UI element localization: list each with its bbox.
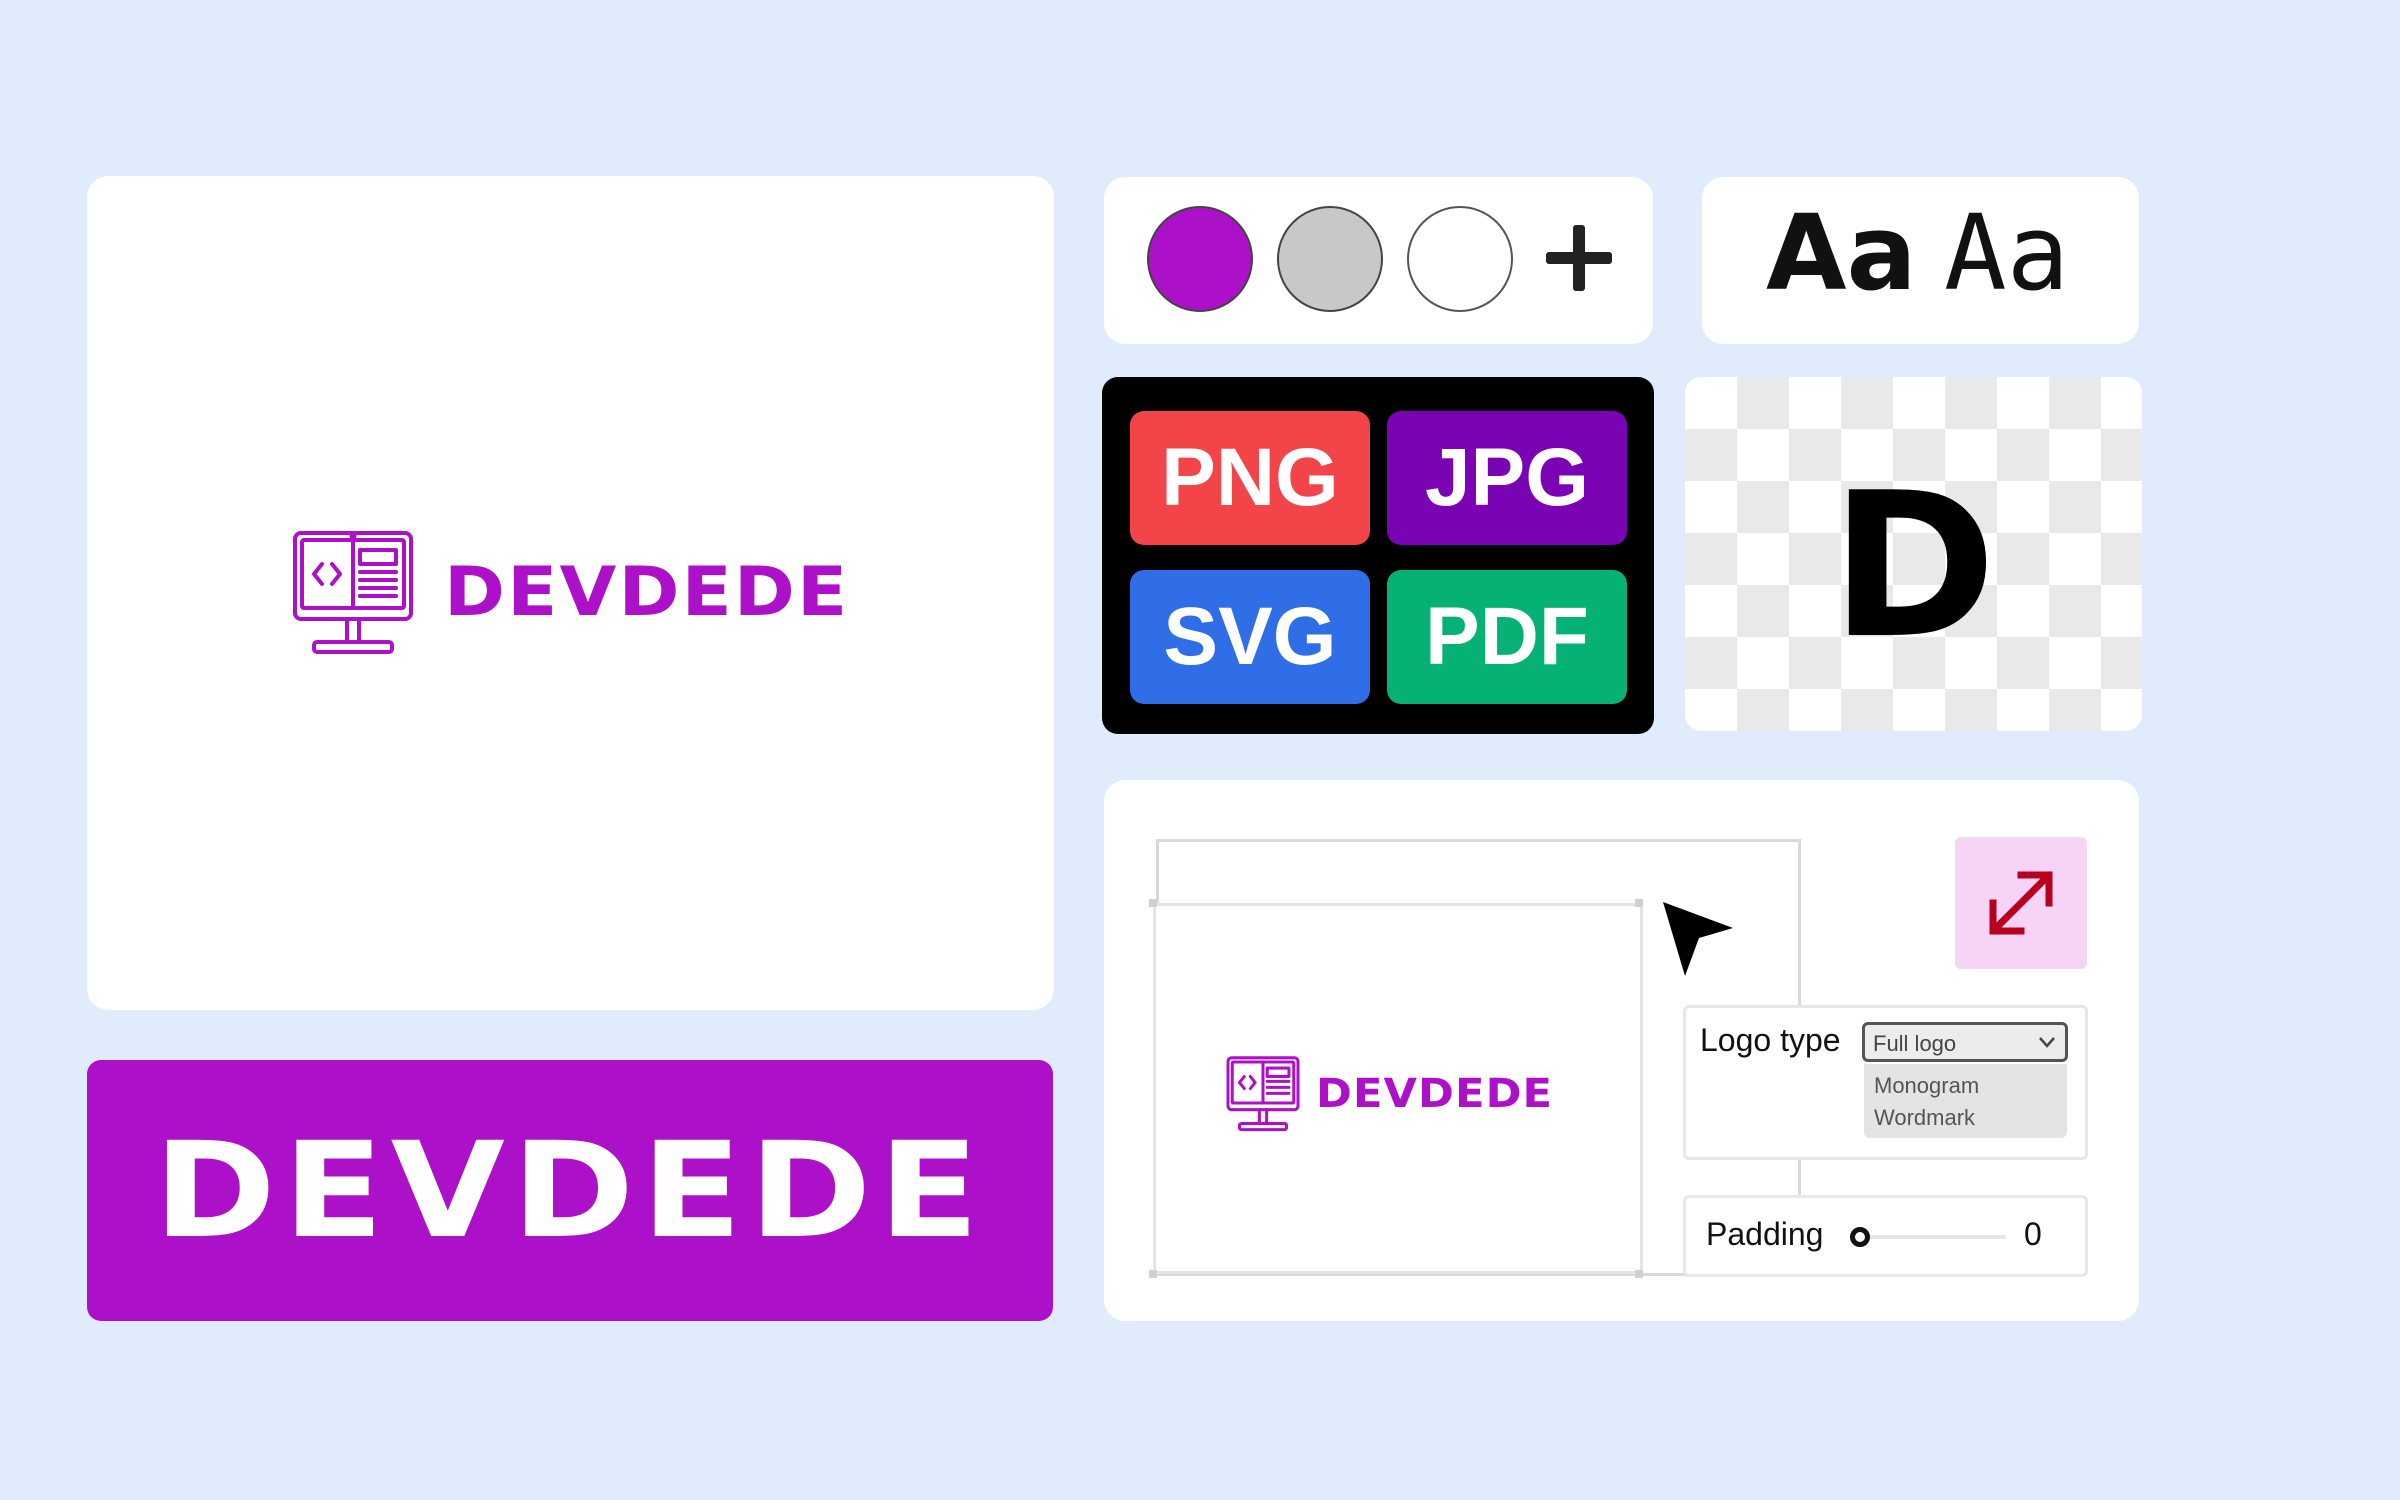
chevron-down-icon	[2039, 1037, 2055, 1048]
format-jpg-button[interactable]: JPG	[1387, 411, 1627, 545]
padding-value: 0	[2024, 1216, 2042, 1252]
logo-type-selected: Full logo	[1873, 1031, 1957, 1056]
export-formats-card: PNG JPG SVG PDF	[1102, 377, 1654, 734]
resize-handle[interactable]	[1635, 899, 1643, 907]
logo-canvas[interactable]: DEVDEDE	[1153, 903, 1643, 1274]
monitor-code-icon	[293, 531, 413, 654]
color-palette-card	[1104, 177, 1653, 344]
format-png-button[interactable]: PNG	[1130, 411, 1370, 545]
format-svg-button[interactable]: SVG	[1130, 570, 1370, 704]
color-swatch-gray[interactable]	[1277, 206, 1383, 312]
resize-handle[interactable]	[1149, 899, 1157, 907]
resize-arrows-icon	[1989, 871, 2053, 935]
logo-type-options: Monogram Wordmark	[1864, 1064, 2067, 1138]
transparent-background-card: D	[1685, 377, 2142, 731]
padding-slider-thumb[interactable]	[1850, 1227, 1870, 1247]
logo-type-label: Logo type	[1700, 1022, 1841, 1058]
font-samples-card: Aa Aa	[1702, 177, 2139, 344]
resize-handle[interactable]	[1635, 1270, 1643, 1278]
padding-label: Padding	[1706, 1216, 1824, 1252]
resize-button[interactable]	[1955, 837, 2087, 969]
editor-wordmark: DEVDEDE	[1316, 1071, 1554, 1117]
monitor-code-icon	[1226, 1056, 1300, 1132]
color-swatch-purple[interactable]	[1147, 206, 1253, 312]
resize-handle[interactable]	[1149, 1270, 1157, 1278]
logo-editor-card: DEVDEDE Logo type Full logo Monogram Wor…	[1104, 780, 2139, 1321]
logo-lockup: DEVDEDE	[292, 530, 847, 656]
brand-banner: DEVDEDE	[87, 1060, 1053, 1321]
monogram-letter: D	[1830, 450, 1997, 683]
font-sample-display[interactable]: Aa	[1766, 201, 1917, 305]
mouse-pointer-icon	[1663, 902, 1733, 976]
brand-wordmark: DEVDEDE	[444, 553, 850, 632]
logo-preview-card: DEVDEDE	[87, 176, 1054, 1010]
plus-icon[interactable]	[1544, 223, 1614, 293]
option-monogram[interactable]: Monogram	[1874, 1073, 1979, 1099]
color-swatch-white[interactable]	[1407, 206, 1513, 312]
option-wordmark[interactable]: Wordmark	[1874, 1105, 1975, 1131]
banner-wordmark: DEVDEDE	[153, 1113, 987, 1268]
padding-slider-track[interactable]	[1856, 1235, 2006, 1239]
font-sample-mono[interactable]: Aa	[1944, 201, 2069, 305]
logo-type-panel: Logo type Full logo Monogram Wordmark	[1683, 1005, 2088, 1160]
editor-logo-lockup[interactable]: DEVDEDE	[1226, 1056, 1552, 1132]
padding-panel: Padding 0	[1683, 1195, 2088, 1277]
logo-type-dropdown[interactable]: Full logo	[1862, 1022, 2068, 1062]
format-pdf-button[interactable]: PDF	[1387, 570, 1627, 704]
